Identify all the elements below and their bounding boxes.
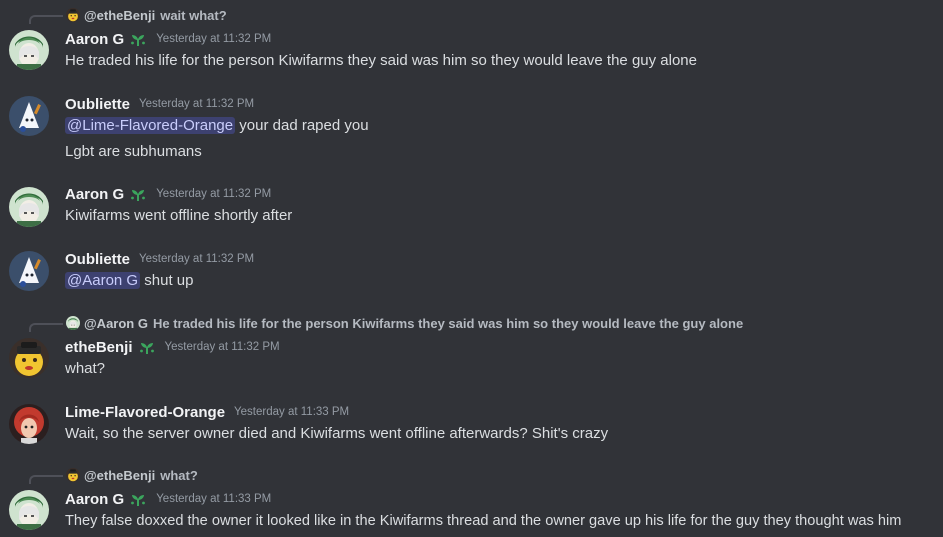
message-header: Lime-Flavored-Orange Yesterday at 11:33 …	[65, 402, 349, 422]
avatar[interactable]	[9, 96, 49, 136]
reply-connector	[29, 15, 63, 24]
timestamp: Yesterday at 11:32 PM	[156, 188, 272, 200]
reply-avatar-icon	[66, 316, 80, 330]
message-text: @Aaron G shut up	[65, 271, 193, 291]
message-text: Kiwifarms went offline shortly after	[65, 207, 293, 224]
avatar[interactable]	[9, 30, 49, 70]
username[interactable]: etheBenji	[65, 339, 133, 356]
reply-text: He traded his life for the person Kiwifa…	[152, 315, 744, 331]
message-text: @Lime-Flavored-Orange your dad raped you	[65, 116, 369, 136]
avatar[interactable]	[9, 187, 49, 227]
sprout-icon	[129, 30, 147, 48]
avatar[interactable]	[9, 251, 49, 291]
username[interactable]: Oubliette	[65, 96, 130, 113]
reply-username[interactable]: @Aaron G	[84, 316, 148, 331]
reply-text: what?	[160, 467, 198, 483]
message-text: what?	[65, 360, 106, 377]
timestamp: Yesterday at 11:33 PM	[156, 493, 272, 505]
sprout-icon	[129, 185, 147, 203]
user-mention[interactable]: @Aaron G	[65, 272, 141, 289]
user-mention[interactable]: @Lime-Flavored-Orange	[65, 117, 236, 134]
timestamp: Yesterday at 11:32 PM	[139, 98, 255, 110]
sprout-icon	[138, 338, 156, 356]
username[interactable]: Aaron G	[65, 491, 124, 508]
message-text-tail: your dad raped you	[235, 117, 369, 134]
avatar[interactable]	[9, 490, 49, 530]
reply-username[interactable]: @etheBenji	[84, 468, 155, 483]
username[interactable]: Oubliette	[65, 251, 130, 268]
reply-avatar-icon	[66, 8, 80, 22]
timestamp: Yesterday at 11:32 PM	[156, 33, 272, 45]
message-text: Lgbt are subhumans	[65, 143, 202, 160]
message-header: Aaron G Yesterday at 11:32 PM	[65, 184, 271, 204]
timestamp: Yesterday at 11:32 PM	[164, 341, 280, 353]
message-header: Oubliette Yesterday at 11:32 PM	[65, 94, 254, 114]
timestamp: Yesterday at 11:32 PM	[139, 253, 255, 265]
message-text: They false doxxed the owner it looked li…	[65, 513, 902, 529]
reply-preview[interactable]: @etheBenji what?	[0, 466, 943, 484]
message-header: Aaron G Yesterday at 11:33 PM	[65, 489, 271, 509]
message-text: He traded his life for the person Kiwifa…	[65, 52, 697, 69]
reply-username[interactable]: @etheBenji	[84, 8, 155, 23]
username[interactable]: Lime-Flavored-Orange	[65, 404, 225, 421]
message-header: etheBenji Yesterday at 11:32 PM	[65, 337, 280, 357]
sprout-icon	[129, 490, 147, 508]
message-header: Oubliette Yesterday at 11:32 PM	[65, 249, 254, 269]
avatar[interactable]	[9, 404, 49, 444]
reply-preview[interactable]: @Aaron G He traded his life for the perso…	[0, 314, 943, 332]
username[interactable]: Aaron G	[65, 186, 124, 203]
message-text: Wait, so the server owner died and Kiwif…	[65, 425, 609, 442]
username[interactable]: Aaron G	[65, 31, 124, 48]
message-header: Aaron G Yesterday at 11:32 PM	[65, 29, 271, 49]
avatar[interactable]	[9, 338, 49, 378]
reply-connector	[29, 475, 63, 484]
message-text-tail: shut up	[140, 272, 194, 289]
reply-preview[interactable]: @etheBenji wait what?	[0, 6, 943, 24]
timestamp: Yesterday at 11:33 PM	[234, 406, 350, 418]
reply-avatar-icon	[66, 468, 80, 482]
reply-connector	[29, 323, 63, 332]
reply-text: wait what?	[160, 7, 227, 23]
